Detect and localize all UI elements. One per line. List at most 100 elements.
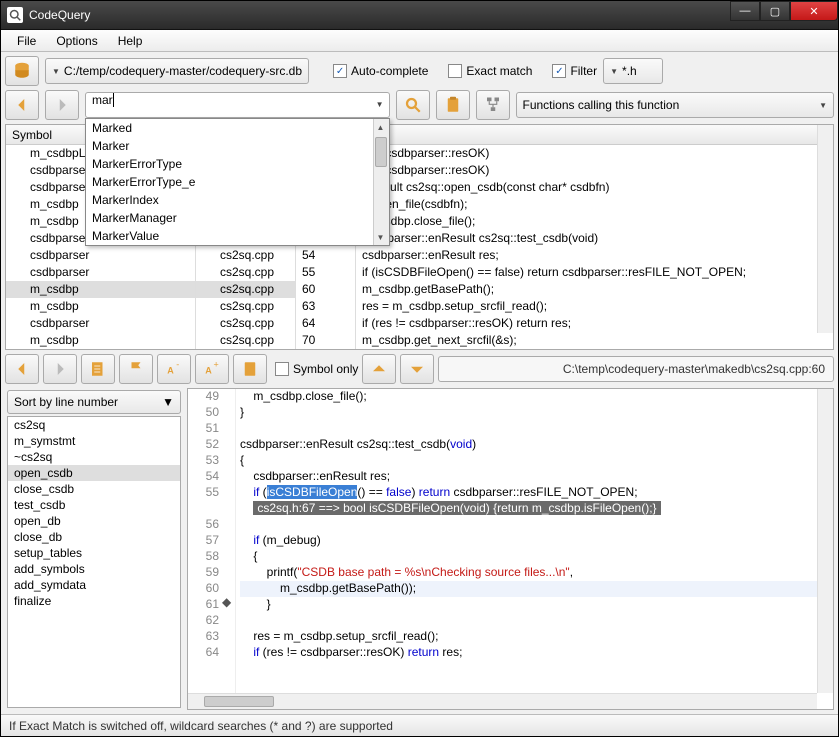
code-line[interactable]: [240, 517, 817, 533]
close-button[interactable]: ✕: [790, 1, 838, 21]
result-cell[interactable]: csdbparser: [6, 315, 195, 332]
symbol-list-item[interactable]: open_csdb: [8, 465, 180, 481]
code-line[interactable]: cs2sq.h:67 ==> bool isCSDBFileOpen(void)…: [240, 501, 817, 517]
result-cell[interactable]: m_csdbp.close_file();: [356, 213, 833, 230]
result-cell[interactable]: if (res != csdbparser::resOK) return res…: [356, 315, 833, 332]
symbol-list-item[interactable]: test_csdb: [8, 497, 180, 513]
result-cell[interactable]: 70: [296, 332, 355, 349]
result-cell[interactable]: 64: [296, 315, 355, 332]
copy-code-button[interactable]: [233, 354, 267, 384]
result-cell[interactable]: cs2sq.cpp: [196, 281, 295, 298]
font-dec-button[interactable]: A-: [157, 354, 191, 384]
code-line[interactable]: {: [240, 453, 817, 469]
nav-back-button[interactable]: [5, 90, 39, 120]
result-cell[interactable]: res = m_csdbp.setup_srcfil_read();: [356, 298, 833, 315]
code-line[interactable]: if (m_debug): [240, 533, 817, 549]
editor-vscrollbar[interactable]: [817, 389, 833, 693]
result-cell[interactable]: csdbparser::enResult res;: [356, 247, 833, 264]
symbol-list-item[interactable]: close_csdb: [8, 481, 180, 497]
filter-checkbox[interactable]: ✓Filter: [552, 64, 597, 78]
prev-match-button[interactable]: [362, 354, 396, 384]
nav-forward-button[interactable]: [45, 90, 79, 120]
autocomplete-option[interactable]: MarkerErrorType: [86, 155, 389, 173]
code-line[interactable]: [240, 613, 817, 629]
results-vscrollbar[interactable]: [817, 125, 833, 333]
search-button[interactable]: [396, 90, 430, 120]
result-cell[interactable]: nResult cs2sq::open_csdb(const char* csd…: [356, 179, 833, 196]
code-line[interactable]: {: [240, 549, 817, 565]
code-nav-back-button[interactable]: [5, 354, 39, 384]
result-cell[interactable]: cs2sq.cpp: [196, 298, 295, 315]
result-cell[interactable]: cs2sq.cpp: [196, 264, 295, 281]
filter-value-dropdown[interactable]: ▼*.h: [603, 58, 663, 84]
result-cell[interactable]: m_csdbp: [6, 332, 195, 349]
result-cell[interactable]: tErr(csdbparser::resOK): [356, 162, 833, 179]
result-cell[interactable]: cs2sq.cpp: [196, 315, 295, 332]
result-cell[interactable]: 54: [296, 247, 355, 264]
code-line[interactable]: res = m_csdbp.setup_srcfil_read();: [240, 629, 817, 645]
database-icon-button[interactable]: [5, 56, 39, 86]
exactmatch-checkbox[interactable]: Exact match: [448, 64, 532, 78]
code-line[interactable]: if (res != csdbparser::resOK) return res…: [240, 645, 817, 661]
code-line[interactable]: m_csdbp.getBasePath());◆: [240, 581, 817, 597]
result-cell[interactable]: csdbparser: [6, 247, 195, 264]
code-line[interactable]: m_csdbp.close_file();: [240, 389, 817, 405]
autocomplete-option[interactable]: Marker: [86, 137, 389, 155]
symbol-only-checkbox[interactable]: Symbol only: [275, 362, 358, 376]
search-input[interactable]: mar ▼: [85, 92, 390, 118]
symbol-list-item[interactable]: m_symstmt: [8, 433, 180, 449]
query-type-dropdown[interactable]: Functions calling this function ▼: [516, 92, 835, 118]
symbol-list-item[interactable]: add_symbols: [8, 561, 180, 577]
result-cell[interactable]: m_csdbp.getBasePath();: [356, 281, 833, 298]
menu-file[interactable]: File: [7, 32, 46, 50]
result-cell[interactable]: cs2sq.cpp: [196, 349, 295, 350]
result-cell[interactable]: p.open_file(csdbfn);: [356, 196, 833, 213]
autocomplete-option[interactable]: MarkerErrorType_e: [86, 173, 389, 191]
minimize-button[interactable]: —: [730, 1, 760, 21]
autocomplete-checkbox[interactable]: ✓Auto-complete: [333, 64, 428, 78]
editor-hscrollbar[interactable]: [188, 693, 817, 709]
result-cell[interactable]: m_csdbp.get_next_srcfil(&s);: [356, 332, 833, 349]
result-cell[interactable]: tErr(csdbparser::resOK): [356, 145, 833, 162]
autocomplete-popup[interactable]: MarkedMarkerMarkerErrorTypeMarkerErrorTy…: [85, 118, 390, 246]
autocomplete-option[interactable]: MarkerValue: [86, 227, 389, 245]
open-file-button[interactable]: [81, 354, 115, 384]
database-path-dropdown[interactable]: ▼ C:/temp/codequery-master/codequery-src…: [45, 58, 309, 84]
autocomplete-option[interactable]: Marked: [86, 119, 389, 137]
code-line[interactable]: }: [240, 405, 817, 421]
result-cell[interactable]: cs2sq.cpp: [196, 332, 295, 349]
code-line[interactable]: }: [240, 597, 817, 613]
symbol-list-item[interactable]: finalize: [8, 593, 180, 609]
code-line[interactable]: if (isCSDBFileOpen() == false) return cs…: [240, 485, 817, 501]
result-cell[interactable]: if (isCSDBFileOpen() == false) return cs…: [356, 264, 833, 281]
font-inc-button[interactable]: A+: [195, 354, 229, 384]
code-line[interactable]: printf("CSDB base path = %s\nChecking so…: [240, 565, 817, 581]
result-cell[interactable]: cs2sq.cpp: [196, 247, 295, 264]
graph-button[interactable]: [476, 90, 510, 120]
result-cell[interactable]: 80: [296, 349, 355, 350]
maximize-button[interactable]: ▢: [760, 1, 790, 21]
symbol-list-item[interactable]: ~cs2sq: [8, 449, 180, 465]
symbol-list-item[interactable]: add_symdata: [8, 577, 180, 593]
autocomplete-scrollbar[interactable]: ▲ ▼: [373, 119, 389, 245]
symbol-list-item[interactable]: open_db: [8, 513, 180, 529]
result-cell[interactable]: 55: [296, 264, 355, 281]
result-cell[interactable]: csdbparser: [6, 264, 195, 281]
result-cell[interactable]: csdbparser::enResult cs2sq::test_csdb(vo…: [356, 230, 833, 247]
result-cell[interactable]: 60: [296, 281, 355, 298]
code-line[interactable]: csdbparser::enResult cs2sq::test_csdb(vo…: [240, 437, 817, 453]
result-cell[interactable]: m_csdbp: [6, 298, 195, 315]
symbol-list-item[interactable]: cs2sq: [8, 417, 180, 433]
result-cell[interactable]: m_csdbp: [6, 281, 195, 298]
next-match-button[interactable]: [400, 354, 434, 384]
paste-button[interactable]: [436, 90, 470, 120]
column-header-text[interactable]: [356, 125, 833, 145]
symbol-list-item[interactable]: setup_tables: [8, 545, 180, 561]
code-line[interactable]: csdbparser::enResult res;: [240, 469, 817, 485]
code-editor[interactable]: 49505152535455565758596061626364 m_csdbp…: [187, 388, 834, 710]
menu-help[interactable]: Help: [108, 32, 153, 50]
symbol-list-item[interactable]: close_db: [8, 529, 180, 545]
menu-options[interactable]: Options: [46, 32, 107, 50]
flag-button[interactable]: [119, 354, 153, 384]
result-cell[interactable]: 63: [296, 298, 355, 315]
